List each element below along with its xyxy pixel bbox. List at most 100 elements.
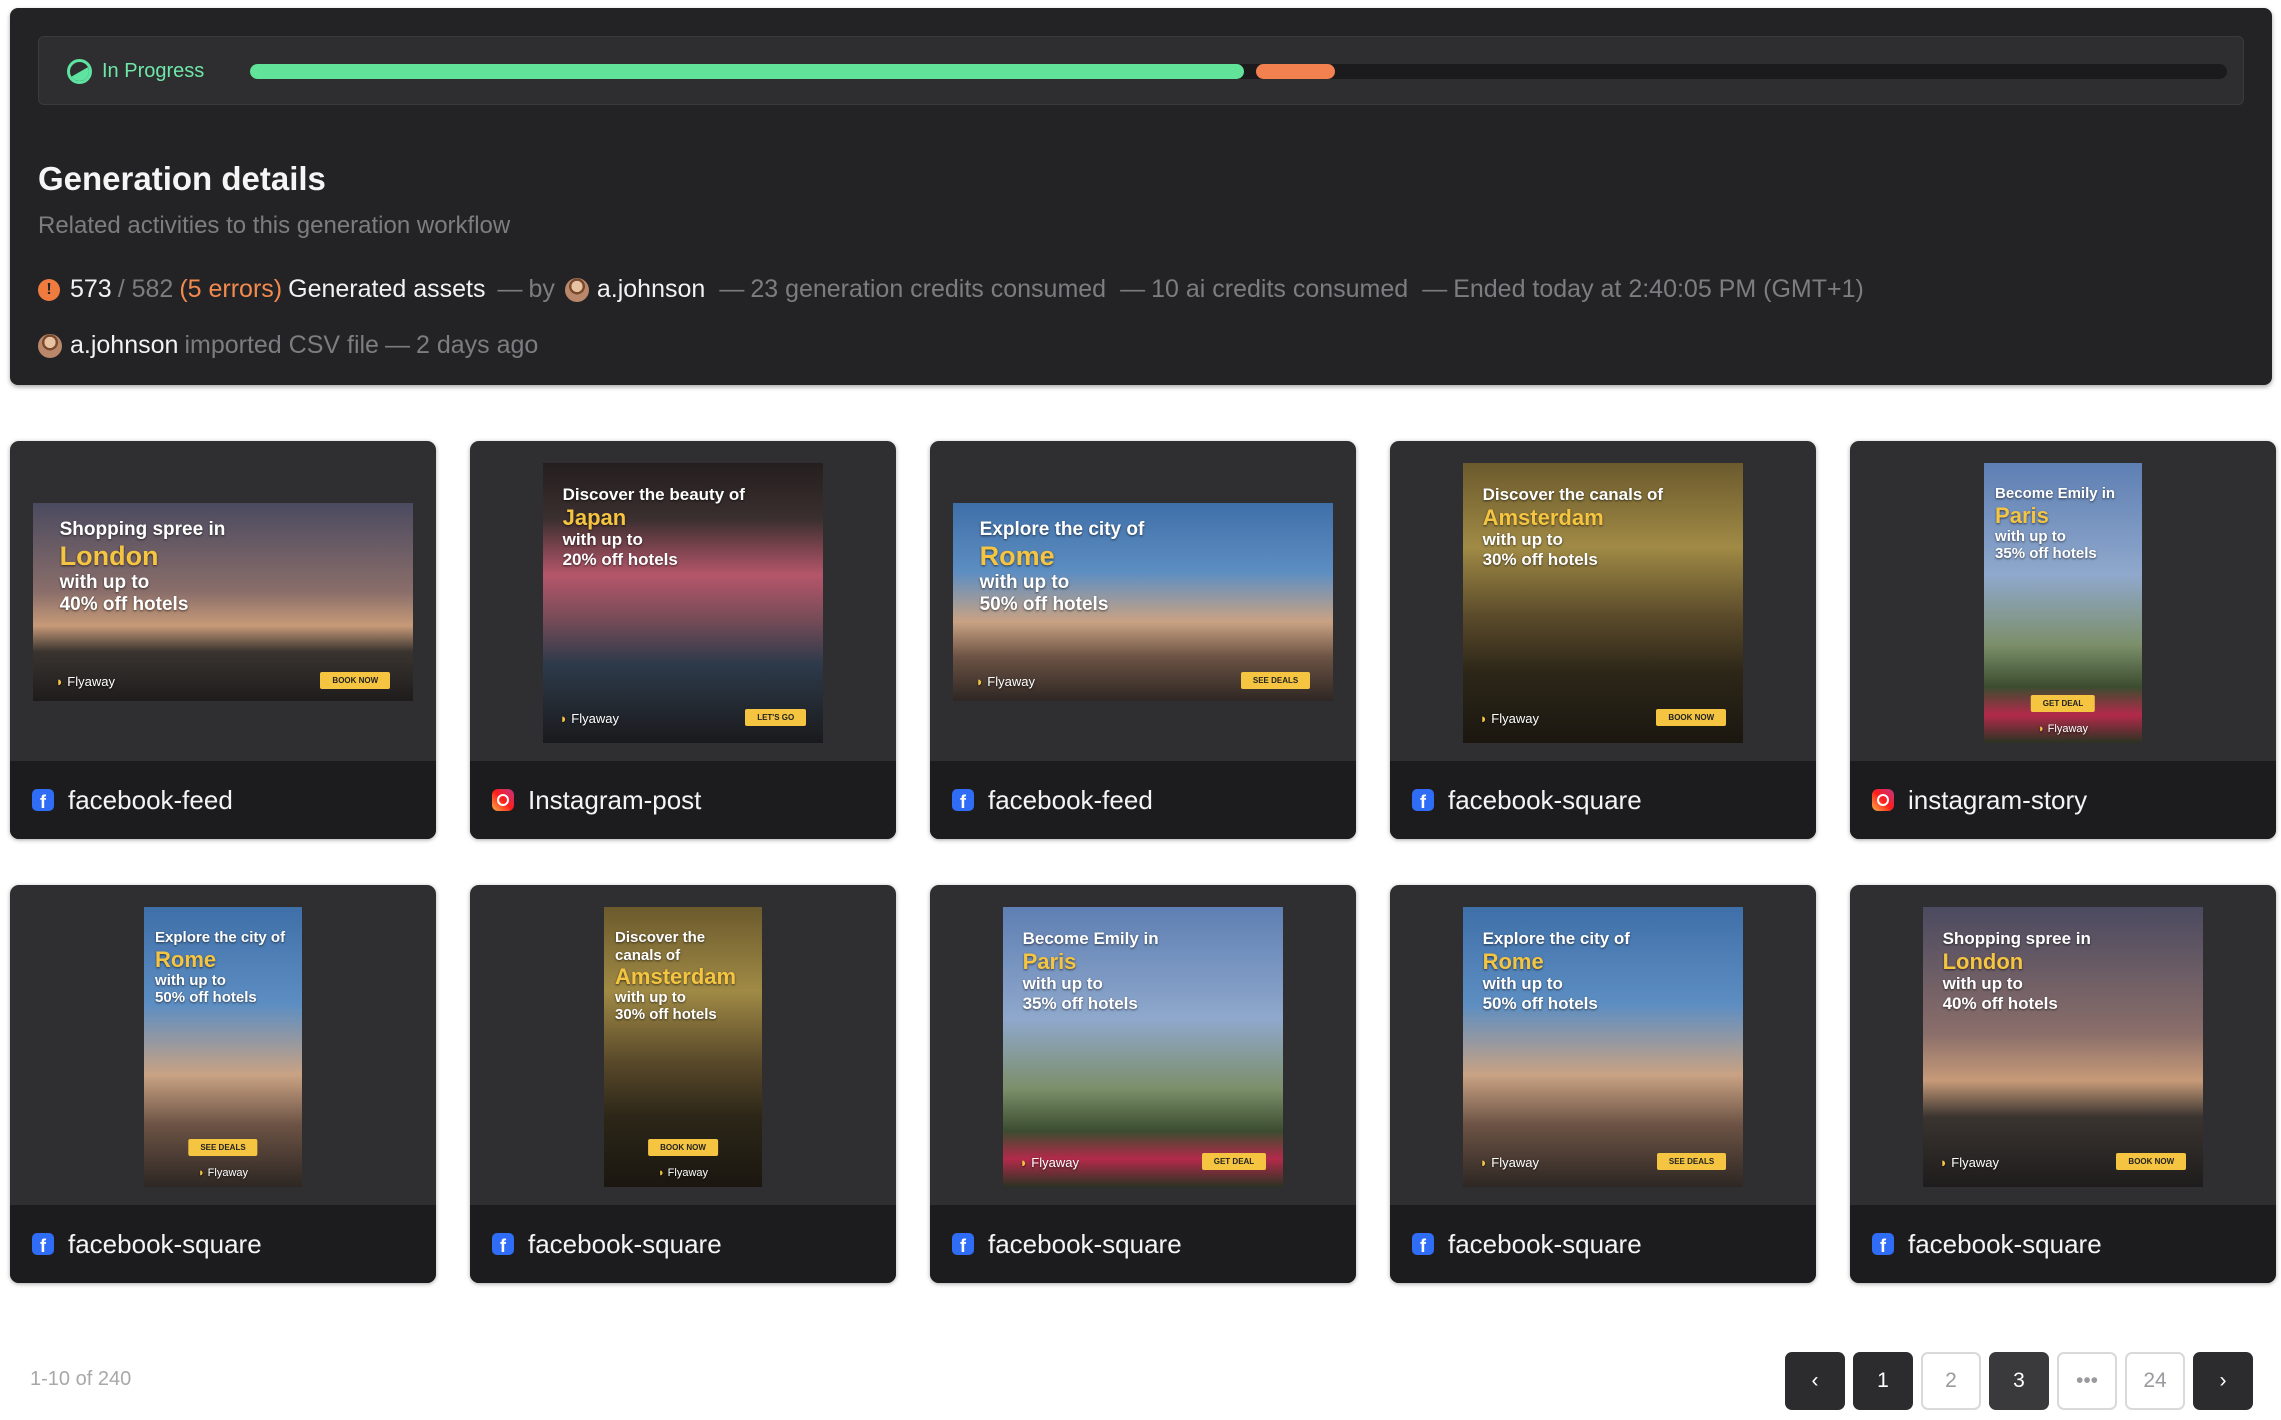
- ad-brand-logo: Flyaway: [56, 674, 115, 689]
- ad-brand-logo: Flyaway: [1480, 711, 1539, 726]
- import-time: 2 days ago: [415, 331, 539, 359]
- separator: —: [384, 331, 410, 359]
- ad-headline: Become Emily in Paris with up to 35% off ho…: [1995, 485, 2131, 562]
- asset-card[interactable]: Discover the canals of Amsterdam with up t…: [1390, 441, 1816, 839]
- card-footer: f facebook-feed: [930, 761, 1356, 839]
- asset-card[interactable]: Shopping spree in London with up to 40% off…: [1850, 885, 2276, 1283]
- page-button-3[interactable]: 3: [1989, 1352, 2049, 1410]
- ad-brand-logo: Flyaway: [1940, 1155, 1999, 1170]
- ad-line: with up to: [1942, 974, 2023, 994]
- facebook-icon: f: [32, 789, 54, 811]
- page-title: Generation details: [38, 160, 326, 197]
- generated-assets-label: Generated assets: [288, 275, 486, 303]
- ad-preview-image[interactable]: Shopping spree in London with up to 40% off…: [1923, 907, 2203, 1187]
- ad-line: 40% off hotels: [1942, 993, 2058, 1013]
- page-button-24[interactable]: 24: [2125, 1352, 2185, 1410]
- in-progress-icon: [67, 59, 92, 84]
- page-subtitle: Related activities to this generation wo…: [38, 212, 511, 239]
- status-indicator: In Progress: [67, 59, 204, 84]
- card-format-label: facebook-square: [1448, 784, 1642, 815]
- import-activity: a.johnson imported CSV file — 2 days ago: [38, 331, 544, 360]
- instagram-icon: [1872, 789, 1894, 811]
- generation-credits: 23 generation credits consumed: [750, 275, 1107, 303]
- asset-card[interactable]: Shopping spree in London with up to 40% off…: [10, 441, 436, 839]
- ad-headline: Explore the city of Rome with up to 50% off…: [155, 929, 291, 1006]
- ad-line: with up to: [1482, 974, 1563, 994]
- ad-brand-logo: Flyaway: [658, 1167, 708, 1179]
- asset-card[interactable]: Discover the canals of Amsterdam with up t…: [470, 885, 896, 1283]
- ad-cta-button: LET'S GO: [745, 709, 807, 727]
- card-format-label: Instagram-post: [528, 784, 702, 815]
- ad-line: with up to: [562, 530, 643, 550]
- ad-preview-image[interactable]: Explore the city of Rome with up to 50% off…: [953, 503, 1333, 701]
- card-footer: f facebook-square: [1390, 1205, 1816, 1283]
- ad-preview-image[interactable]: Explore the city of Rome with up to 50% off…: [1463, 907, 1743, 1187]
- card-footer: f facebook-square: [10, 1205, 436, 1283]
- ad-line: 30% off hotels: [615, 1006, 717, 1024]
- ended-time: Ended today at 2:40:05 PM (GMT+1): [1453, 275, 1864, 303]
- card-format-label: facebook-square: [1448, 1228, 1642, 1259]
- card-format-label: instagram-story: [1908, 784, 2088, 815]
- ad-headline: Explore the city of Rome with up to 50% off…: [980, 519, 1307, 616]
- page-ellipsis[interactable]: •••: [2057, 1352, 2117, 1410]
- progress-success-bar: [250, 64, 1244, 79]
- facebook-icon: f: [1872, 1233, 1894, 1255]
- ad-preview-image[interactable]: Become Emily in Paris with up to 35% off ho…: [1003, 907, 1283, 1187]
- import-user-name[interactable]: a.johnson: [70, 331, 178, 360]
- facebook-icon: f: [32, 1233, 54, 1255]
- page-button-1[interactable]: 1: [1853, 1352, 1913, 1410]
- card-footer: f facebook-square: [930, 1205, 1356, 1283]
- total-count: / 582: [117, 275, 174, 303]
- next-page-button[interactable]: ›: [2193, 1352, 2253, 1410]
- asset-card[interactable]: Discover the beauty of Japan with up to 20%…: [470, 441, 896, 839]
- ad-line: 20% off hotels: [562, 549, 678, 569]
- asset-card[interactable]: Become Emily in Paris with up to 35% off ho…: [1850, 441, 2276, 839]
- card-footer: f facebook-square: [1390, 761, 1816, 839]
- ad-line: with up to: [59, 571, 150, 593]
- facebook-icon: f: [1412, 1233, 1434, 1255]
- ad-line: 35% off hotels: [1022, 993, 1138, 1013]
- ad-line: Discover the beauty of: [562, 485, 745, 505]
- status-label: In Progress: [102, 60, 205, 82]
- ad-city: Japan: [562, 504, 627, 530]
- ad-city: Rome: [1482, 948, 1544, 974]
- page-button-2[interactable]: 2: [1921, 1352, 1981, 1410]
- ad-headline: Shopping spree in London with up to 40% off…: [60, 519, 387, 616]
- ad-cta-button: SEE DEALS: [1656, 1153, 1727, 1171]
- avatar: [564, 277, 589, 302]
- asset-card[interactable]: Explore the city of Rome with up to 50% off…: [10, 885, 436, 1283]
- prev-page-button[interactable]: ‹: [1785, 1352, 1845, 1410]
- ad-city: London: [59, 540, 159, 571]
- card-format-label: facebook-square: [1908, 1228, 2102, 1259]
- ad-city: Paris: [1022, 948, 1077, 974]
- ad-line: Shopping spree in: [59, 518, 226, 540]
- asset-card[interactable]: Explore the city of Rome with up to 50% off…: [930, 441, 1356, 839]
- ad-city: Amsterdam: [1482, 504, 1604, 530]
- ad-cta-button: GET DEAL: [1201, 1153, 1267, 1171]
- ad-brand-logo: Flyaway: [976, 674, 1035, 689]
- asset-card[interactable]: Explore the city of Rome with up to 50% off…: [1390, 885, 1816, 1283]
- ad-cta-button: BOOK NOW: [320, 672, 391, 690]
- separator: —: [497, 275, 523, 303]
- errors-link[interactable]: (5 errors): [179, 275, 282, 304]
- user-name[interactable]: a.johnson: [597, 275, 705, 304]
- instagram-icon: [492, 789, 514, 811]
- ad-preview-image[interactable]: Discover the beauty of Japan with up to 20%…: [543, 463, 823, 743]
- ad-preview-image[interactable]: Become Emily in Paris with up to 35% off ho…: [1984, 463, 2142, 743]
- ad-preview-image[interactable]: Discover the canals of Amsterdam with up t…: [1463, 463, 1743, 743]
- asset-card[interactable]: Become Emily in Paris with up to 35% off ho…: [930, 885, 1356, 1283]
- avatar: [38, 333, 62, 358]
- ad-cta-button: BOOK NOW: [1656, 709, 1727, 727]
- ad-brand-logo: Flyaway: [560, 711, 619, 726]
- ad-preview-image[interactable]: Explore the city of Rome with up to 50% off…: [144, 907, 302, 1187]
- ad-preview-image[interactable]: Shopping spree in London with up to 40% off…: [33, 503, 413, 701]
- ai-credits: 10 ai credits consumed: [1151, 275, 1409, 303]
- ad-line: 50% off hotels: [1482, 993, 1598, 1013]
- ad-line: Explore the city of: [155, 929, 286, 947]
- ad-line: Shopping spree in: [1942, 929, 2091, 949]
- facebook-icon: f: [952, 1233, 974, 1255]
- ad-line: with up to: [1022, 974, 1103, 994]
- ad-cta-button: SEE DEALS: [188, 1139, 258, 1157]
- generation-summary: ! 573 / 582 (5 errors) Generated assets …: [38, 275, 1864, 304]
- ad-preview-image[interactable]: Discover the canals of Amsterdam with up t…: [604, 907, 762, 1187]
